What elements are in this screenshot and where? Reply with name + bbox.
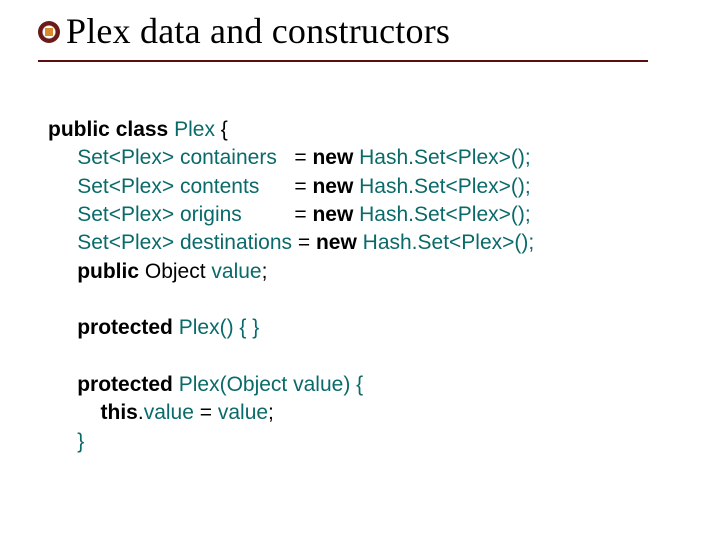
close-brace: } bbox=[77, 430, 84, 453]
kw-new-3: new bbox=[312, 203, 353, 226]
ctor1-name: Plex bbox=[179, 373, 220, 396]
semi-2: ; bbox=[268, 401, 274, 424]
code-block: public class Plex { Set<Plex> containers… bbox=[48, 116, 680, 456]
lbrace: { bbox=[215, 118, 228, 141]
rhs-4: Hash.Set<Plex>(); bbox=[363, 231, 535, 254]
ctor1-param: value bbox=[293, 373, 343, 396]
ctor0-sig: () { } bbox=[220, 316, 260, 339]
kw-protected-1: protected bbox=[77, 316, 173, 339]
eq-1: = bbox=[294, 146, 312, 169]
field-contents: contents bbox=[180, 175, 259, 198]
rhs-value: value bbox=[218, 401, 268, 424]
title-underline bbox=[38, 58, 648, 62]
kw-public: public bbox=[48, 118, 110, 141]
field-destinations: destinations bbox=[180, 231, 292, 254]
ctor1-close: ) { bbox=[343, 373, 363, 396]
title-row: Plex data and constructors bbox=[38, 12, 682, 52]
eq-3: = bbox=[294, 203, 312, 226]
rhs-1: Hash.Set<Plex>(); bbox=[359, 146, 531, 169]
assign-eq: = bbox=[194, 401, 218, 424]
bullet-icon bbox=[38, 21, 60, 43]
eq-4: = bbox=[298, 231, 316, 254]
kw-class: class bbox=[116, 118, 169, 141]
slide-title: Plex data and constructors bbox=[66, 12, 450, 52]
kw-protected-2: protected bbox=[77, 373, 173, 396]
kw-new-4: new bbox=[316, 231, 357, 254]
pad-1 bbox=[277, 146, 295, 169]
decl-value-name: value bbox=[211, 260, 261, 283]
type-setplex-3: Set<Plex> bbox=[77, 203, 174, 226]
rhs-2: Hash.Set<Plex>(); bbox=[359, 175, 531, 198]
slide: Plex data and constructors public class … bbox=[0, 0, 720, 540]
this-value: value bbox=[144, 401, 194, 424]
id-plex: Plex bbox=[174, 118, 215, 141]
semi-1: ; bbox=[262, 260, 268, 283]
decl-value-type: Object bbox=[139, 260, 211, 283]
rhs-3: Hash.Set<Plex>(); bbox=[359, 203, 531, 226]
kw-new-2: new bbox=[312, 175, 353, 198]
field-origins: origins bbox=[180, 203, 242, 226]
type-setplex-1: Set<Plex> bbox=[77, 146, 174, 169]
kw-new-1: new bbox=[312, 146, 353, 169]
pad-2 bbox=[259, 175, 294, 198]
pad-3 bbox=[242, 203, 295, 226]
ctor0-name: Plex bbox=[179, 316, 220, 339]
kw-public-2: public bbox=[77, 260, 139, 283]
type-setplex-2: Set<Plex> bbox=[77, 175, 174, 198]
field-containers: containers bbox=[180, 146, 277, 169]
kw-this: this bbox=[101, 401, 138, 424]
ctor1-open: (Object bbox=[220, 373, 294, 396]
eq-2: = bbox=[294, 175, 312, 198]
type-setplex-4: Set<Plex> bbox=[77, 231, 174, 254]
